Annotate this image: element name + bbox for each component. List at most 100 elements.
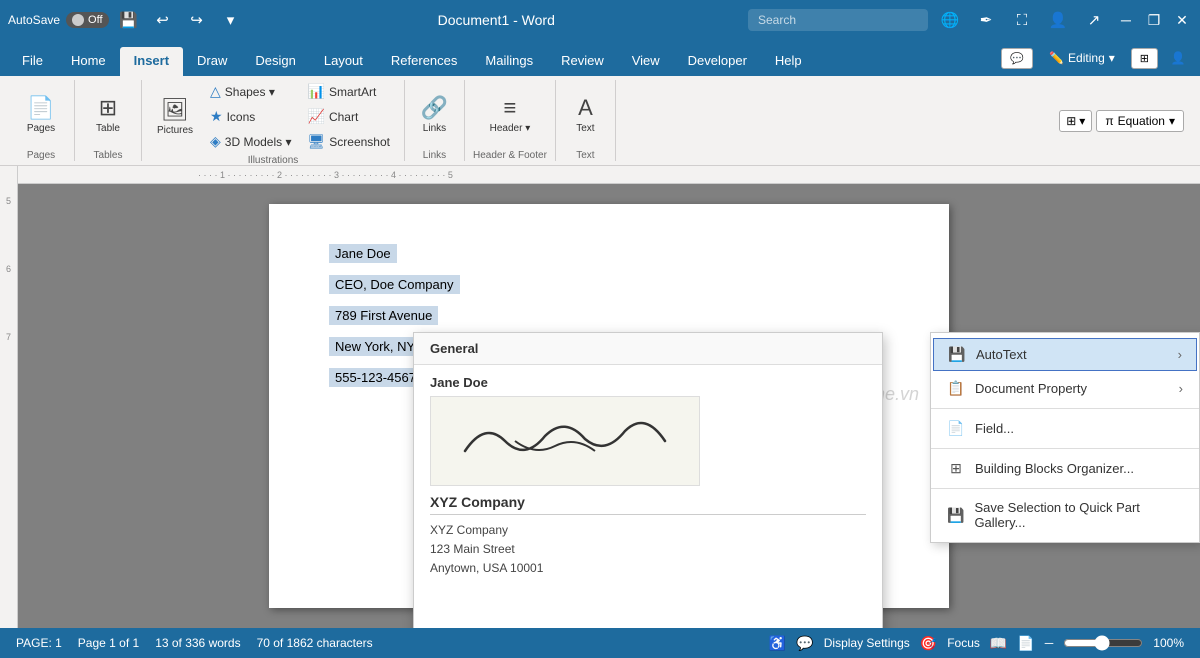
fullscreen-icon[interactable]: ⛶ <box>1008 6 1036 34</box>
doc-selected-3: 789 First Avenue <box>329 306 438 325</box>
screenshot-icon: 🖥 <box>308 133 326 150</box>
ctx-arrow-1: › <box>1178 347 1182 362</box>
close-button[interactable]: ✕ <box>1172 10 1192 30</box>
context-menu: 💾 AutoText › 📋 Document Property › 📄 Fie… <box>930 332 1200 543</box>
shapes-button[interactable]: △ Shapes ▾ <box>204 80 298 103</box>
title-bar-title: Document1 - Word <box>245 12 748 28</box>
comments-status-icon[interactable]: 💬 <box>796 635 813 652</box>
layout-options-button[interactable]: ⊞ <box>1131 48 1158 69</box>
table-button[interactable]: ⊞ Table <box>83 91 133 138</box>
ctx-autotext[interactable]: 💾 AutoText › <box>933 338 1197 371</box>
ctx-doc-property[interactable]: 📋 Document Property › <box>931 372 1199 405</box>
status-bar: PAGE: 1 Page 1 of 1 13 of 336 words 70 o… <box>0 628 1200 658</box>
read-mode-icon[interactable]: 📖 <box>990 635 1007 652</box>
pages-icon: 📄 <box>27 95 54 121</box>
link-button[interactable]: 🔗 Links <box>414 91 454 138</box>
quick-parts-button[interactable]: ⊞ ▾ <box>1059 110 1092 132</box>
profile-button[interactable]: 👤 <box>1164 44 1192 72</box>
share-icon[interactable]: ↗ <box>1080 6 1108 34</box>
chart-icon: 📈 <box>308 108 325 125</box>
ribbon-group-illustrations: 🖼 Pictures △ Shapes ▾ ★ Icons ◈ 3D Model… <box>142 80 405 161</box>
pages-button[interactable]: 📄 Pages <box>16 91 66 138</box>
tab-view[interactable]: View <box>618 47 674 76</box>
comments-button[interactable]: 💬 <box>1001 48 1033 69</box>
ribbon: 📄 Pages Pages ⊞ Table Tables 🖼 Pictures … <box>0 76 1200 166</box>
display-settings-label[interactable]: Display Settings <box>824 636 910 650</box>
redo-icon[interactable]: ↪ <box>183 6 211 34</box>
ribbon-group-tables: ⊞ Table Tables <box>75 80 142 161</box>
autosave-label: AutoSave <box>8 13 60 27</box>
field-icon: 📄 <box>947 420 965 437</box>
3d-icon: ◈ <box>210 133 221 150</box>
doc-line-2: CEO, Doe Company <box>329 275 889 298</box>
autosave-toggle[interactable]: Off <box>66 12 108 28</box>
doc-property-icon: 📋 <box>947 380 965 397</box>
search-input[interactable] <box>748 9 928 31</box>
doc-selected-2: CEO, Doe Company <box>329 275 460 294</box>
header-button[interactable]: ≡ Header ▾ <box>484 91 537 138</box>
signature-image <box>430 396 700 486</box>
focus-label[interactable]: Focus <box>947 636 980 650</box>
editing-button[interactable]: ✏️ Editing ▾ <box>1039 47 1125 69</box>
undo-icon[interactable]: ↩ <box>149 6 177 34</box>
minimize-button[interactable]: ─ <box>1116 10 1136 30</box>
ctx-sep-1 <box>931 408 1199 409</box>
ctx-building-blocks-label: Building Blocks Organizer... <box>975 461 1134 476</box>
tab-home[interactable]: Home <box>57 47 120 76</box>
text-icon: A <box>578 95 593 121</box>
save-quick-part-icon: 💾 <box>947 507 964 524</box>
focus-icon[interactable]: 🎯 <box>920 635 937 652</box>
address-line-3: Anytown, USA 10001 <box>430 559 866 578</box>
title-bar: AutoSave Off 💾 ↩ ↪ ▾ Document1 - Word 🌐 … <box>0 0 1200 40</box>
char-count: 70 of 1862 characters <box>257 636 373 650</box>
company-details: XYZ Company 123 Main Street Anytown, USA… <box>414 521 882 585</box>
restore-button[interactable]: ❐ <box>1144 10 1164 30</box>
accessibility-icon[interactable]: ♿ <box>769 635 786 652</box>
pictures-button[interactable]: 🖼 Pictures <box>150 93 200 140</box>
tab-help[interactable]: Help <box>761 47 816 76</box>
ctx-field[interactable]: 📄 Field... <box>931 412 1199 445</box>
tab-references[interactable]: References <box>377 47 471 76</box>
doc-line-3: 789 First Avenue <box>329 306 889 329</box>
ctx-building-blocks[interactable]: ⊞ Building Blocks Organizer... <box>931 452 1199 485</box>
doc-line-1: Jane Doe <box>329 244 889 267</box>
autotext-panel: General Jane Doe XYZ Company XYZ Company… <box>413 332 883 628</box>
globe-icon[interactable]: 🌐 <box>936 6 964 34</box>
text-box-button[interactable]: A Text <box>565 91 605 138</box>
smartart-button[interactable]: 📊 SmartArt <box>302 80 396 103</box>
tab-review[interactable]: Review <box>547 47 618 76</box>
ctx-sep-2 <box>931 448 1199 449</box>
doc-selected-5: 555-123-4567 <box>329 368 422 387</box>
ruler-top: · · · · 1 · · · · · · · · · 2 · · · · · … <box>18 166 1200 184</box>
print-layout-icon[interactable]: 📄 <box>1017 635 1034 652</box>
status-right: ♿ 💬 Display Settings 🎯 Focus 📖 📄 ─ 100% <box>769 635 1184 652</box>
tab-mailings[interactable]: Mailings <box>471 47 547 76</box>
ribbon-group-header: ≡ Header ▾ Header & Footer <box>465 80 556 161</box>
pen-icon[interactable]: ✒ <box>972 6 1000 34</box>
tab-draw[interactable]: Draw <box>183 47 241 76</box>
ctx-save-quick-part[interactable]: 💾 Save Selection to Quick Part Gallery..… <box>931 492 1199 538</box>
tab-layout[interactable]: Layout <box>310 47 377 76</box>
save-icon[interactable]: 💾 <box>115 6 143 34</box>
screenshot-button[interactable]: 🖥 Screenshot <box>302 130 396 153</box>
user-icon[interactable]: 👤 <box>1044 6 1072 34</box>
customize-icon[interactable]: ▾ <box>217 6 245 34</box>
tab-insert[interactable]: Insert <box>120 47 183 76</box>
title-bar-right: 🌐 ✒ ⛶ 👤 ↗ ─ ❐ ✕ <box>748 6 1192 34</box>
tab-file[interactable]: File <box>8 47 57 76</box>
address-line-2: 123 Main Street <box>430 540 866 559</box>
header-icon: ≡ <box>504 95 517 121</box>
doc-selected-1: Jane Doe <box>329 244 397 263</box>
word-count: 13 of 336 words <box>155 636 240 650</box>
3d-models-button[interactable]: ◈ 3D Models ▾ <box>204 130 298 153</box>
zoom-slider[interactable] <box>1063 635 1143 651</box>
ribbon-group-text: A Text Text <box>556 80 616 161</box>
tab-design[interactable]: Design <box>241 47 309 76</box>
autosave-state: Off <box>88 14 102 26</box>
tab-developer[interactable]: Developer <box>674 47 761 76</box>
icons-button[interactable]: ★ Icons <box>204 105 298 128</box>
equation-button[interactable]: π Equation ▾ <box>1096 110 1184 132</box>
illustrations-group-label: Illustrations <box>248 155 299 166</box>
chart-button[interactable]: 📈 Chart <box>302 105 396 128</box>
address-line-1: XYZ Company <box>430 521 866 540</box>
